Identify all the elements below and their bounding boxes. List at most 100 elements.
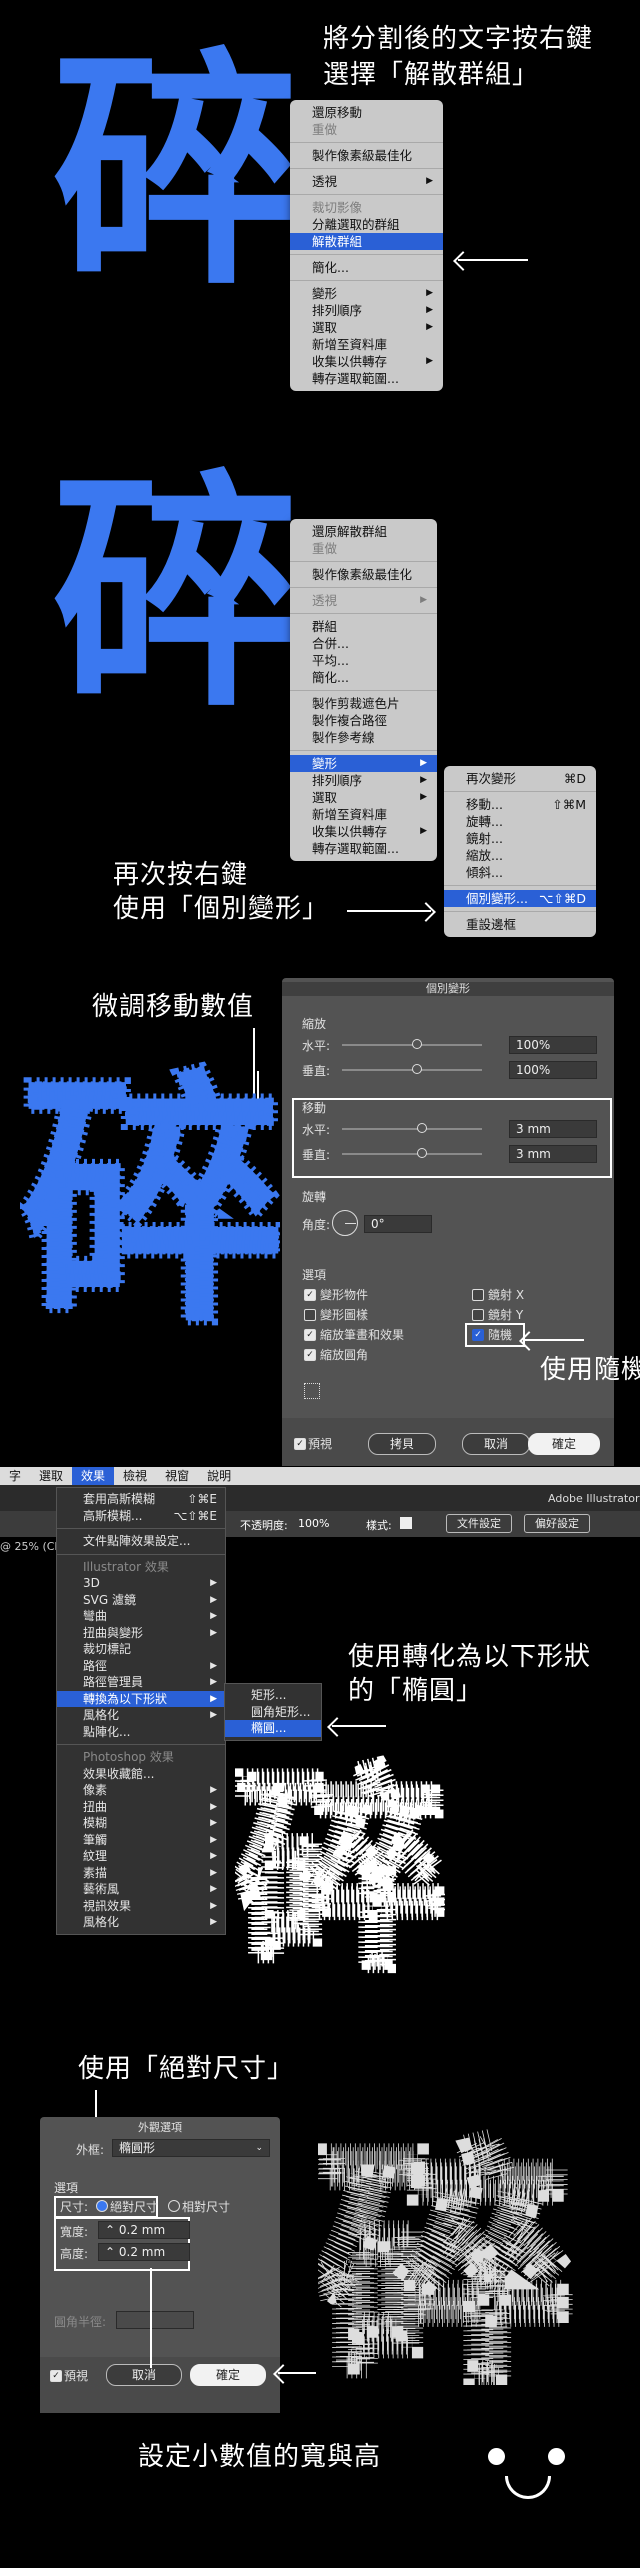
menu-item[interactable]: 群組 <box>290 618 437 635</box>
move-h-slider[interactable] <box>342 1128 482 1130</box>
menu-item[interactable]: 路徑管理員 ▶ <box>57 1674 225 1691</box>
move-v-knob[interactable] <box>417 1148 427 1158</box>
menu-item[interactable]: 風格化 ▶ <box>57 1707 225 1724</box>
menu-item[interactable]: 轉存選取範圍... <box>290 840 437 857</box>
height-field[interactable]: ⌃ 0.2 mm <box>98 2243 190 2261</box>
menu-item[interactable]: 圓角矩形... <box>225 1704 321 1721</box>
menu-item[interactable]: 裁切標記 <box>57 1641 225 1658</box>
menu-item[interactable]: 簡化... <box>290 669 437 686</box>
menu-item[interactable]: 還原移動 <box>290 104 443 121</box>
menu-item[interactable]: 模糊 ▶ <box>57 1815 225 1832</box>
menu-item[interactable]: 合併... <box>290 635 437 652</box>
shape-preview-checkbox[interactable]: ✓ <box>50 2370 62 2382</box>
cancel-button[interactable]: 取消 <box>462 1433 530 1455</box>
menu-item[interactable]: 藝術風 ▶ <box>57 1881 225 1898</box>
menu-item[interactable]: 視訊效果 ▶ <box>57 1898 225 1915</box>
menu-item[interactable]: 排列順序 ▶ <box>290 772 437 789</box>
menu-item[interactable]: 解散群組 <box>290 233 443 250</box>
doc-setup-button[interactable]: 文件設定 <box>446 1514 512 1533</box>
reflect-x-checkbox[interactable] <box>472 1289 484 1301</box>
menu-item[interactable]: 製作剪裁遮色片 <box>290 695 437 712</box>
move-v-field[interactable]: 3 mm <box>509 1145 597 1163</box>
scale-h-field[interactable]: 100% <box>509 1036 597 1054</box>
menu-item[interactable]: 縮放... <box>444 847 596 864</box>
shape-cancel-button[interactable]: 取消 <box>106 2364 182 2386</box>
preview-checkbox[interactable]: ✓ <box>294 1438 306 1450</box>
shape-ok-button[interactable]: 確定 <box>190 2364 266 2386</box>
menu-item[interactable]: 矩形... <box>225 1687 321 1704</box>
menu-item[interactable]: 效果收藏館... <box>57 1766 225 1783</box>
menu-item[interactable]: 收集以供轉存 ▶ <box>290 353 443 370</box>
copy-button[interactable]: 拷貝 <box>368 1433 436 1455</box>
scale-h-knob[interactable] <box>412 1039 422 1049</box>
menu-item[interactable]: 製作複合路徑 <box>290 712 437 729</box>
menu-item[interactable]: 套用高斯模糊 ⇧⌘E <box>57 1491 225 1508</box>
menu-item[interactable]: 點陣化... <box>57 1724 225 1741</box>
menu-item[interactable]: 再次變形 ⌘D <box>444 770 596 787</box>
menu-item[interactable]: 新增至資料庫 <box>290 806 437 823</box>
angle-field[interactable]: 0° <box>364 1215 432 1233</box>
menu-item[interactable]: 文件點陣效果設定... <box>57 1533 225 1550</box>
menu-item[interactable]: 移動... ⇧⌘M <box>444 796 596 813</box>
style-swatch[interactable] <box>400 1517 412 1529</box>
absolute-radio[interactable] <box>96 2200 108 2212</box>
relative-radio[interactable] <box>168 2200 180 2212</box>
shape-select[interactable]: 橢圓形 ⌄ <box>112 2139 270 2157</box>
menu-item[interactable]: SVG 濾鏡 ▶ <box>57 1592 225 1609</box>
prefs-button[interactable]: 偏好設定 <box>524 1514 590 1533</box>
menu-item[interactable]: 透視 ▶ <box>290 173 443 190</box>
move-v-slider[interactable] <box>342 1153 482 1155</box>
menu-item[interactable]: 收集以供轉存 ▶ <box>290 823 437 840</box>
menu-item[interactable]: 彎曲 ▶ <box>57 1608 225 1625</box>
menu-item[interactable]: 製作參考線 <box>290 729 437 746</box>
transform-objects-checkbox[interactable]: ✓ <box>304 1289 316 1301</box>
reflect-y-checkbox[interactable] <box>472 1309 484 1321</box>
scale-strokes-checkbox[interactable]: ✓ <box>304 1329 316 1341</box>
menu-item[interactable]: 平均... <box>290 652 437 669</box>
scale-v-knob[interactable] <box>412 1064 422 1074</box>
menu-item[interactable]: 橢圓... <box>225 1720 321 1737</box>
menu-item[interactable]: 變形 ▶ <box>290 755 437 772</box>
angle-dial-icon[interactable] <box>332 1210 358 1236</box>
menubar-item[interactable]: 字 <box>0 1467 30 1485</box>
menu-item[interactable]: 選取 ▶ <box>290 789 437 806</box>
menu-item[interactable]: 路徑 ▶ <box>57 1658 225 1675</box>
menu-item[interactable]: 傾斜... <box>444 864 596 881</box>
menubar-item[interactable]: 效果 <box>72 1467 115 1485</box>
menu-item[interactable]: 簡化... <box>290 259 443 276</box>
menu-item[interactable]: 紋理 ▶ <box>57 1848 225 1865</box>
random-checkbox[interactable]: ✓ <box>472 1329 484 1341</box>
menu-item[interactable]: 素描 ▶ <box>57 1865 225 1882</box>
menubar-item[interactable]: 說明 <box>198 1467 240 1485</box>
menu-item[interactable]: 還原解散群組 <box>290 523 437 540</box>
menu-item[interactable]: 個別變形... ⌥⇧⌘D <box>444 890 596 907</box>
move-h-knob[interactable] <box>417 1123 427 1133</box>
menu-item[interactable]: 鏡射... <box>444 830 596 847</box>
menu-item[interactable]: 像素 ▶ <box>57 1782 225 1799</box>
menu-item[interactable]: 變形 ▶ <box>290 285 443 302</box>
menu-item[interactable]: 分離選取的群組 <box>290 216 443 233</box>
opacity-value[interactable]: 100% <box>298 1517 329 1530</box>
menubar-item[interactable]: 選取 <box>30 1467 72 1485</box>
menu-item[interactable]: 風格化 ▶ <box>57 1914 225 1931</box>
reference-point-icon[interactable] <box>304 1383 320 1399</box>
transform-patterns-checkbox[interactable] <box>304 1309 316 1321</box>
menu-item[interactable]: 新增至資料庫 <box>290 336 443 353</box>
move-h-field[interactable]: 3 mm <box>509 1120 597 1138</box>
menu-item[interactable]: 選取 ▶ <box>290 319 443 336</box>
scale-v-field[interactable]: 100% <box>509 1061 597 1079</box>
menu-item[interactable]: 旋轉... <box>444 813 596 830</box>
menubar-item[interactable]: 檢視 <box>114 1467 156 1485</box>
menu-item[interactable]: 高斯模糊... ⌥⇧⌘E <box>57 1508 225 1525</box>
menu-item[interactable]: 筆觸 ▶ <box>57 1832 225 1849</box>
menu-item[interactable]: 3D ▶ <box>57 1575 225 1592</box>
menubar-item[interactable]: 視窗 <box>156 1467 198 1485</box>
scale-corners-checkbox[interactable]: ✓ <box>304 1349 316 1361</box>
menu-item[interactable]: 製作像素級最佳化 <box>290 566 437 583</box>
ok-button[interactable]: 確定 <box>528 1433 600 1455</box>
corner-field[interactable] <box>116 2311 194 2329</box>
menu-item[interactable]: 製作像素級最佳化 <box>290 147 443 164</box>
menu-item[interactable]: 轉存選取範圍... <box>290 370 443 387</box>
menu-item[interactable]: 重設邊框 <box>444 916 596 933</box>
menu-item[interactable]: 扭曲 ▶ <box>57 1799 225 1816</box>
